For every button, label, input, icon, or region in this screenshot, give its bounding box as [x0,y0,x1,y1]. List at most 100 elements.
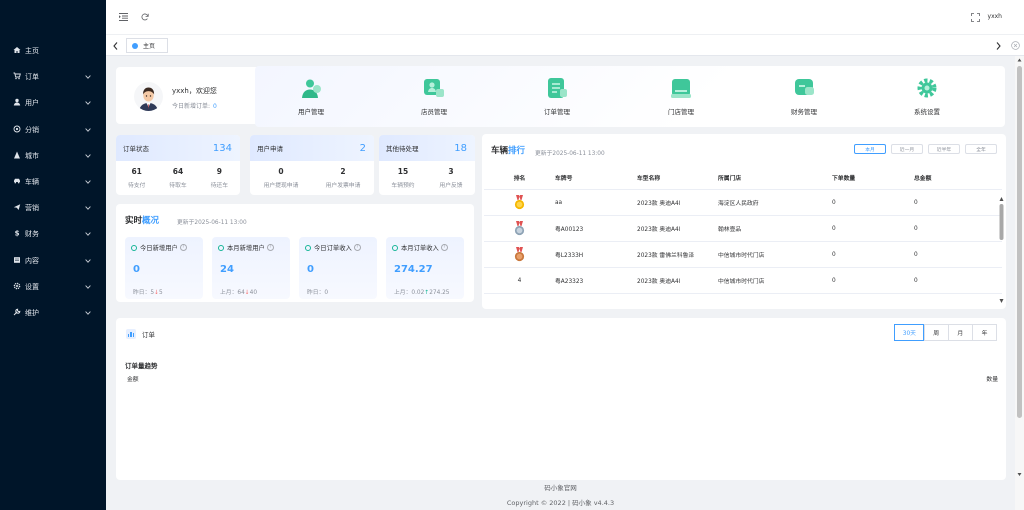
welcome-card: yxxh，欢迎您 今日新增订单: 0 [116,67,274,124]
column-header: 下单数量 [832,176,856,182]
realtime-box-label: 今日订单收入 [314,245,352,252]
stat-item[interactable]: 61 待支付 [128,167,145,189]
stat-item[interactable]: 0 用户提现申请 [264,167,299,189]
quick-action-5[interactable]: 系统设置 [897,77,957,116]
quick-action-4[interactable]: 财务管理 [774,77,834,116]
sidebar-item-6[interactable]: 营销 [0,195,106,221]
quick-action-0[interactable]: 用户管理 [281,77,341,116]
sidebar-item-8[interactable]: 内容 [0,248,106,274]
help-icon[interactable]: ? [353,244,361,251]
sidebar-item-0[interactable]: 主页 [0,38,106,64]
quick-action-1[interactable]: 店员管理 [404,77,464,116]
tab-scroll-left-button[interactable] [110,40,120,51]
footer-site-link[interactable]: 码小象官网 [106,482,1015,492]
quick-action-label: 门店管理 [668,108,694,116]
user-icon-glyph [13,99,21,106]
table-row[interactable]: 4 粤A23323 2023款 奥迪A4l 中信城市时代门店 0 0 [484,268,1002,294]
orders-period-button[interactable]: 年 [972,324,997,341]
realtime-box-value: 274.27 [394,264,433,275]
table-row[interactable]: 粤A00123 2023款 奥迪A4l 翰林壹品 0 0 [484,216,1002,242]
ranking-scrollbar[interactable] [999,196,1004,304]
ranking-updated-time: 更新于2025-06-11 13:00 [535,151,605,157]
sidebar-item-9[interactable]: 设置 [0,274,106,300]
chevron-down-icon [84,309,92,317]
user-menu[interactable]: yxxh [988,13,1002,20]
status-dot-icon [131,244,137,251]
orders-period-button[interactable]: 月 [947,324,973,341]
orders-period-segment: 30天周月年 [894,324,997,341]
tab-home[interactable]: 主页 [126,38,168,53]
fullscreen-button[interactable] [970,12,980,22]
table-row[interactable]: aa 2023款 奥迪A4l 海淀区人民政府 0 0 [484,190,1002,216]
sidebar-item-10[interactable]: 维护 [0,300,106,326]
sidebar-item-3[interactable]: 分销 [0,117,106,143]
stat-item[interactable]: 3 用户反馈 [439,167,462,189]
page-scrollbar-thumb[interactable] [1017,66,1022,418]
help-icon[interactable]: ? [266,244,274,251]
sidebar-item-1[interactable]: 订单 [0,64,106,90]
stat-card-header: 其他待处理 18 [379,135,475,161]
medal-glyph [514,195,525,210]
sidebar-item-4[interactable]: 城市 [0,143,106,169]
chevron-down-icon [84,126,92,134]
settings-icon-glyph [13,282,21,290]
sidebar-item-label: 分销 [25,125,39,134]
menu-fold-button[interactable] [118,12,128,22]
orders-period-button[interactable]: 周 [923,324,949,341]
compare-value: 64 [237,290,245,296]
ranking-period-button[interactable]: 本月 [854,144,886,154]
stat-item-value: 2 [340,167,346,176]
stat-item[interactable]: 15 车辆预约 [391,167,414,189]
realtime-box-header: 今日订单收入? [305,243,361,252]
avatar-image [139,87,158,111]
cart-icon [13,72,21,82]
ranking-period-button[interactable]: 全年 [965,144,997,154]
quick-action-3[interactable]: 门店管理 [651,77,711,116]
stat-item[interactable]: 64 待取车 [169,167,186,189]
rank-cell: 4 [484,278,555,284]
refresh-button[interactable] [140,12,150,22]
stat-item[interactable]: 9 待还车 [211,167,228,189]
ranking-period-button[interactable]: 近半年 [928,144,960,154]
close-all-tabs-button[interactable] [1010,40,1020,51]
svg-text:$: $ [15,230,20,237]
realtime-box-label: 今日新增用户 [140,245,178,252]
realtime-box-compare: 昨日：0 [307,287,328,296]
cell-model: 2023款 奥迪A4l [637,227,681,233]
trend-value: 5 [158,290,163,296]
quick-actions-panel: 用户管理 店员管理 订单管理 门店管理 财务管理 系统设置 [255,66,1005,127]
marketing-icon-glyph [13,204,21,211]
sidebar-item-2[interactable]: 用户 [0,90,106,116]
ranking-period-button[interactable]: 近一月 [891,144,923,154]
sidebar-item-7[interactable]: $ 财务 [0,221,106,247]
realtime-box-value: 0 [133,264,140,275]
sidebar-item-5[interactable]: 车辆 [0,169,106,195]
stat-item[interactable]: 2 用户发票申请 [326,167,361,189]
help-icon[interactable]: ? [440,244,448,251]
status-dot-icon [392,244,398,251]
help-icon[interactable]: ? [179,244,187,251]
car-icon [13,177,21,187]
realtime-box-label: 本月新增用户 [227,245,265,252]
tab-scroll-right-button[interactable] [993,40,1003,51]
cell-store: 中信城市时代门店 [718,279,765,285]
stat-card-title: 其他待处理 [386,145,419,153]
chevron-down-glyph [85,180,91,184]
realtime-box-compare: 上月：64↓40 [220,287,257,296]
stat-item-label: 待支付 [127,183,146,189]
stat-item-value: 61 [131,167,142,176]
quick-action-label: 系统设置 [914,108,940,116]
cell-store: 翰林壹品 [718,227,742,233]
realtime-box-3: 本月订单收入? 274.27 上月：0.02↑274.25 [386,237,464,299]
orders-card: 订单 30天周月年 订单量趋势 金额 数量 [116,318,1006,480]
page-scrollbar[interactable] [1015,56,1024,510]
maintenance-icon-glyph [13,308,21,316]
chevron-down-icon [84,178,92,186]
column-header: 总金额 [914,176,932,182]
table-row[interactable]: 粤L2333H 2023款 雷佛兰科鲁泽 中信城市时代门店 0 0 [484,242,1002,268]
stat-item-value: 0 [278,167,284,176]
sidebar-item-label: 订单 [25,73,39,82]
orders-period-button[interactable]: 30天 [894,324,925,341]
quick-action-2[interactable]: 订单管理 [527,77,587,116]
quick-action-label: 用户管理 [298,108,324,116]
